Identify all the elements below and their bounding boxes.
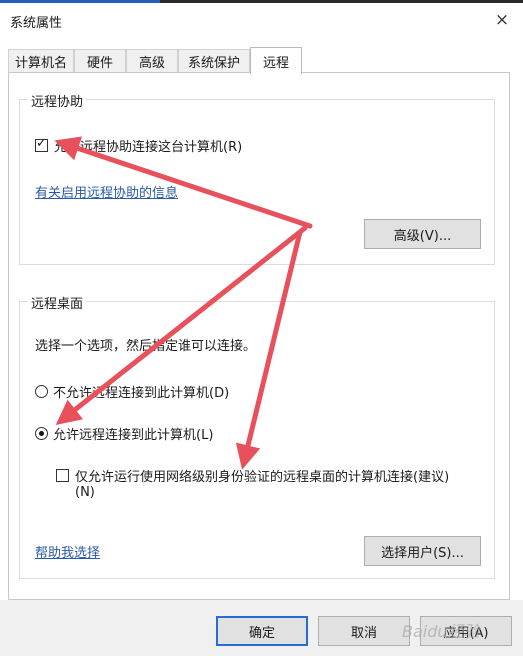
ok-button[interactable]: 确定	[216, 616, 308, 646]
allow-remote-label: 允许远程连接到此计算机(L)	[53, 428, 214, 443]
watermark-logo: Baidu经验	[402, 622, 480, 641]
deny-remote-radio[interactable]	[35, 385, 48, 398]
remote-desktop-group: 远程桌面 选择一个选项，然后指定谁可以连接。 不允许远程连接到此计算机(D) 允…	[19, 293, 495, 579]
nla-label-suffix: (N)	[75, 485, 95, 500]
window-title: 系统属性	[10, 16, 63, 31]
allow-remote-assistance-row[interactable]: ✓ 允许远程协助连接这台计算机(R)	[35, 136, 242, 155]
tab-computer-name[interactable]: 计算机名	[8, 49, 74, 73]
allow-remote-radio[interactable]	[35, 427, 48, 440]
advanced-button[interactable]: 高级(V)...	[364, 219, 481, 249]
tab-system-protection[interactable]: 系统保护	[178, 49, 250, 73]
remote-desktop-title: 远程桌面	[28, 293, 87, 312]
radio-selected-dot	[39, 431, 44, 436]
title-bar: 系统属性 ×	[0, 3, 523, 37]
allow-remote-assistance-label: 允许远程协助连接这台计算机(R)	[54, 140, 243, 155]
nla-label: 仅允许运行使用网络级别身份验证的远程桌面的计算机连接(建议)	[75, 470, 450, 485]
tab-remote[interactable]: 远程	[250, 47, 302, 74]
nla-row[interactable]: 仅允许运行使用网络级别身份验证的远程桌面的计算机连接(建议)	[56, 466, 449, 485]
allow-remote-assistance-checkbox[interactable]: ✓	[35, 136, 48, 152]
select-users-button[interactable]: 选择用户(S)...	[364, 536, 481, 566]
tab-hardware[interactable]: 硬件	[74, 49, 126, 73]
remote-desktop-instruction: 选择一个选项，然后指定谁可以连接。	[35, 339, 257, 354]
remote-assistance-title: 远程协助	[28, 91, 87, 110]
remote-assistance-info-link[interactable]: 有关启用远程协助的信息	[35, 182, 178, 201]
option-allow-row[interactable]: 允许远程连接到此计算机(L)	[35, 424, 213, 443]
help-me-choose-link[interactable]: 帮助我选择	[35, 542, 100, 561]
nla-checkbox[interactable]	[56, 469, 69, 482]
checkmark-icon: ✓	[36, 136, 47, 151]
close-icon[interactable]: ×	[489, 9, 515, 31]
remote-assistance-group: 远程协助 ✓ 允许远程协助连接这台计算机(R) 有关启用远程协助的信息 高级(V…	[19, 91, 495, 265]
tab-panel-remote: 远程协助 ✓ 允许远程协助连接这台计算机(R) 有关启用远程协助的信息 高级(V…	[8, 72, 510, 600]
option-deny-row[interactable]: 不允许远程连接到此计算机(D)	[35, 382, 229, 401]
cancel-button[interactable]: 取消	[318, 616, 410, 646]
deny-remote-label: 不允许远程连接到此计算机(D)	[53, 386, 230, 401]
tab-advanced[interactable]: 高级	[126, 49, 178, 73]
